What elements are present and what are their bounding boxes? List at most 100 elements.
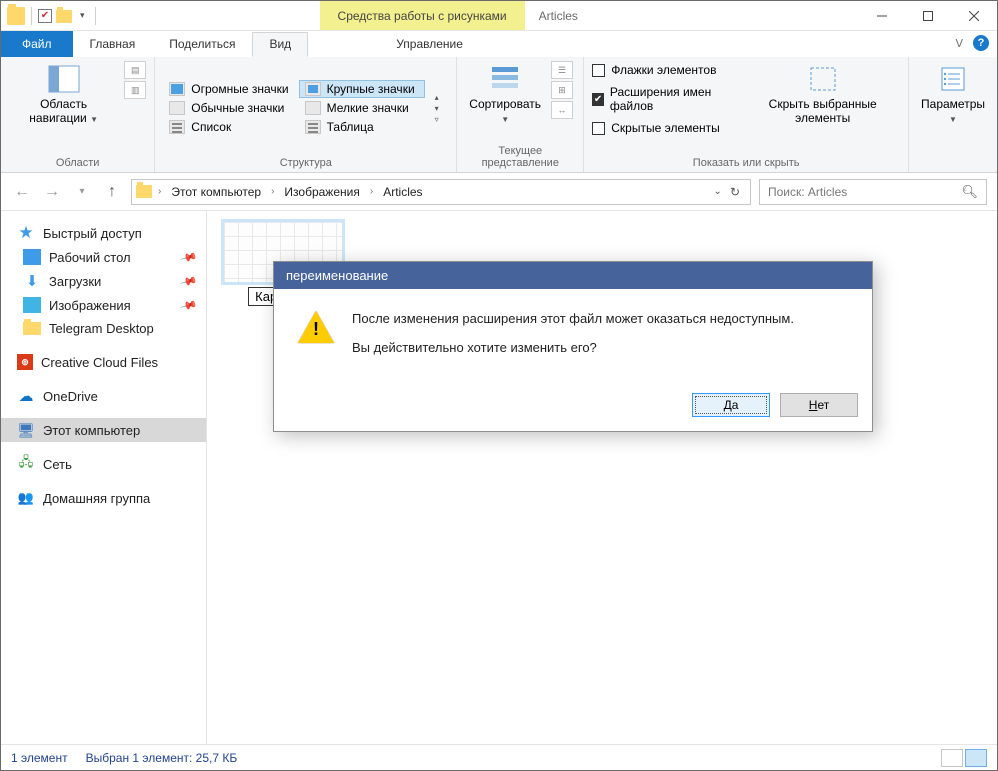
chevron-down-icon: ▼: [501, 115, 509, 124]
layout-normal-icons[interactable]: Обычные значки: [163, 99, 298, 117]
address-bar[interactable]: › Этот компьютер › Изображения › Article…: [131, 179, 751, 205]
address-dropdown-icon[interactable]: ⌄: [714, 186, 722, 197]
group-label-showhide: Показать или скрыть: [592, 155, 900, 170]
cb-file-extensions[interactable]: ✔Расширения имен файлов: [592, 83, 739, 115]
view-large-button[interactable]: [965, 749, 987, 767]
list-icon: [169, 120, 185, 134]
layout-table[interactable]: Таблица: [299, 118, 425, 136]
close-button[interactable]: [951, 1, 997, 30]
minimize-button[interactable]: [859, 1, 905, 30]
sidebar-creative-cloud[interactable]: ⊚Creative Cloud Files: [1, 350, 206, 374]
yes-button[interactable]: Да: [692, 393, 770, 417]
details-pane-icon[interactable]: ▥: [124, 81, 146, 99]
maximize-button[interactable]: [905, 1, 951, 30]
forward-button[interactable]: →: [41, 181, 63, 203]
checkbox-icon: [592, 122, 605, 135]
refresh-icon[interactable]: ↻: [730, 185, 740, 199]
collapse-ribbon-icon[interactable]: ᐯ: [955, 37, 963, 50]
sidebar-pictures[interactable]: Изображения📌: [1, 293, 206, 317]
desktop-icon: [23, 249, 41, 265]
tab-home[interactable]: Главная: [73, 32, 153, 57]
back-button[interactable]: ←: [11, 181, 33, 203]
sidebar-network[interactable]: 🖧Сеть: [1, 452, 206, 476]
details-icon: [305, 120, 321, 134]
folder-icon: [136, 185, 152, 198]
qat-dropdown-icon[interactable]: ▾: [76, 10, 89, 21]
sidebar-desktop[interactable]: Рабочий стол📌: [1, 245, 206, 269]
breadcrumb-level2[interactable]: Articles: [379, 185, 426, 199]
sidebar-homegroup[interactable]: 👥Домашняя группа: [1, 486, 206, 510]
sidebar-downloads[interactable]: ⬇Загрузки📌: [1, 269, 206, 293]
scroll-down-icon[interactable]: ▾: [435, 104, 439, 113]
sidebar-onedrive[interactable]: ☁OneDrive: [1, 384, 206, 408]
homegroup-icon: 👥: [17, 490, 35, 506]
sort-button[interactable]: Сортировать▼: [465, 61, 545, 128]
navigation-bar: ← → ▾ ↑ › Этот компьютер › Изображения ›…: [1, 173, 997, 211]
sizecolumns-icon[interactable]: ↔: [551, 101, 573, 119]
ribbon-group-options: Параметры▼: [909, 57, 997, 172]
options-button[interactable]: Параметры▼: [917, 61, 989, 128]
breadcrumb-level1[interactable]: Изображения: [280, 185, 363, 199]
sidebar-this-pc[interactable]: 🖥Этот компьютер: [1, 418, 206, 442]
large-icons-icon: [305, 82, 321, 96]
layout-huge-icons[interactable]: Огромные значки: [163, 80, 298, 98]
scroll-up-icon[interactable]: ▴: [435, 93, 439, 102]
network-icon: 🖧: [17, 456, 35, 472]
search-icon: 🔍︎: [961, 184, 978, 200]
folder-icon: [23, 322, 41, 335]
checkbox-icon: [592, 64, 605, 77]
dialog-title: переименование: [274, 262, 872, 289]
no-button[interactable]: Нет: [780, 393, 858, 417]
tab-view[interactable]: Вид: [252, 32, 308, 57]
huge-icons-icon: [169, 82, 185, 96]
preview-pane-icon[interactable]: ▤: [124, 61, 146, 79]
cb-hidden-items[interactable]: Скрытые элементы: [592, 119, 739, 137]
history-dropdown-icon[interactable]: ▾: [71, 181, 93, 203]
group-label-panes: Области: [9, 155, 146, 170]
addcolumns-icon[interactable]: ⊞: [551, 81, 573, 99]
contextual-tab-header: Средства работы с рисунками: [320, 1, 525, 30]
ribbon-group-currentview: Сортировать▼ ☰ ⊞ ↔ Текущее представление: [457, 57, 584, 172]
status-bar: 1 элемент Выбран 1 элемент: 25,7 КБ: [1, 744, 997, 770]
view-details-button[interactable]: [941, 749, 963, 767]
star-icon: ★: [17, 225, 35, 241]
up-button[interactable]: ↑: [101, 181, 123, 203]
qat-properties-icon[interactable]: ✔: [38, 9, 52, 23]
layout-small-icons[interactable]: Мелкие значки: [299, 99, 425, 117]
status-selection: Выбран 1 элемент: 25,7 КБ: [86, 751, 238, 765]
dialog-message-1: После изменения расширения этот файл мож…: [352, 311, 794, 326]
warning-icon: !: [298, 311, 334, 343]
ribbon-group-panes: Область навигации ▼ ▤ ▥ Области: [1, 57, 155, 172]
chevron-right-icon[interactable]: ›: [366, 186, 377, 197]
chevron-right-icon[interactable]: ›: [267, 186, 278, 197]
cb-item-checkboxes[interactable]: Флажки элементов: [592, 61, 739, 79]
qat-newfolder-icon[interactable]: [56, 10, 72, 23]
search-box[interactable]: Поиск: Articles 🔍︎: [759, 179, 987, 205]
layout-list[interactable]: Список: [163, 118, 298, 136]
expand-gallery-icon[interactable]: ▿: [435, 115, 439, 124]
pin-icon: 📌: [180, 296, 198, 314]
window-title: Articles: [525, 1, 592, 30]
tab-manage[interactable]: Управление: [363, 32, 496, 57]
chevron-right-icon[interactable]: ›: [154, 186, 165, 197]
search-placeholder: Поиск: Articles: [768, 185, 847, 199]
breadcrumb-root[interactable]: Этот компьютер: [167, 185, 265, 199]
pin-icon: 📌: [180, 248, 198, 266]
help-icon[interactable]: ?: [973, 35, 989, 51]
navigation-pane-button[interactable]: Область навигации ▼: [9, 61, 118, 128]
caption-buttons: [859, 1, 997, 30]
sidebar-quick-access[interactable]: ★Быстрый доступ: [1, 221, 206, 245]
chevron-down-icon: ▼: [949, 115, 957, 124]
checkbox-checked-icon: ✔: [592, 93, 604, 106]
group-label-layout: Структура: [163, 155, 448, 170]
chevron-down-icon: ▼: [90, 115, 98, 124]
sidebar-telegram[interactable]: Telegram Desktop: [1, 317, 206, 340]
titlebar: ✔ ▾ Средства работы с рисунками Articles: [1, 1, 997, 31]
status-count: 1 элемент: [11, 751, 68, 765]
layout-large-icons[interactable]: Крупные значки: [299, 80, 425, 98]
ribbon: Область навигации ▼ ▤ ▥ Области Огромные…: [1, 57, 997, 173]
groupby-icon[interactable]: ☰: [551, 61, 573, 79]
hide-selected-button[interactable]: Скрыть выбранные элементы: [745, 61, 900, 128]
tab-file[interactable]: Файл: [1, 31, 73, 57]
tab-share[interactable]: Поделиться: [152, 32, 252, 57]
